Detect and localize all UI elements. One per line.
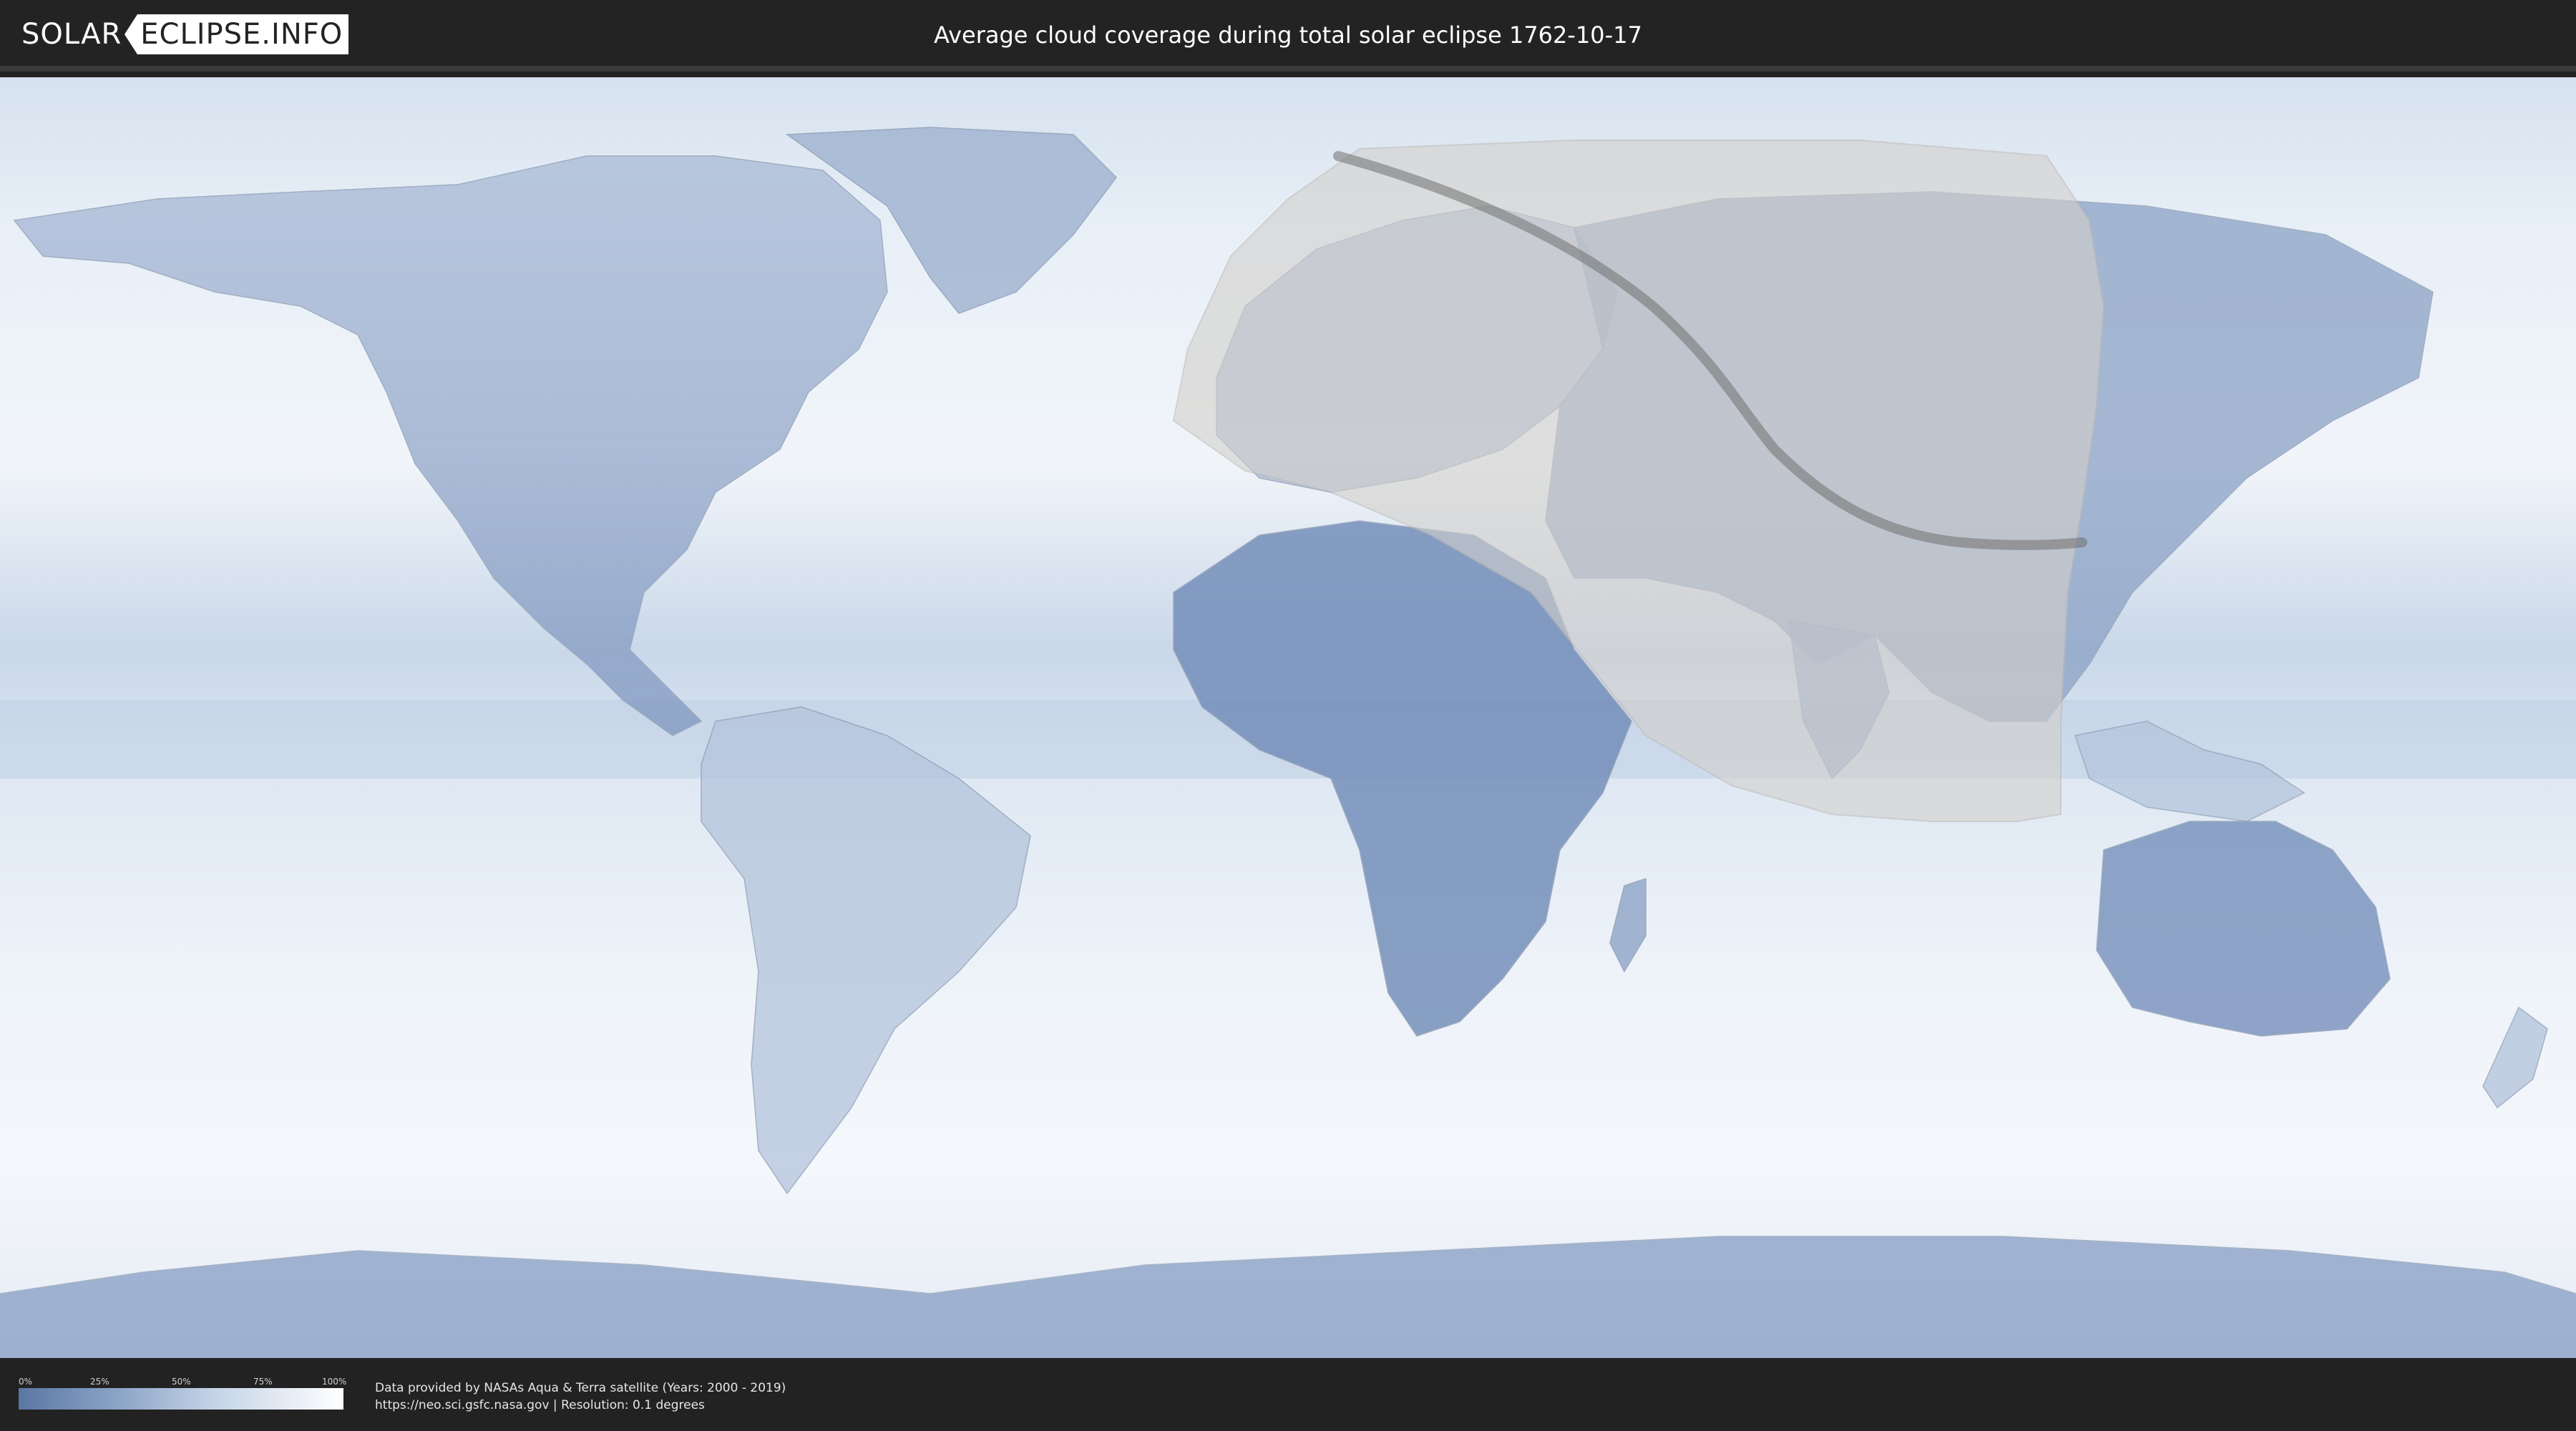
top-bar: SOLAR ECLIPSE.INFO Average cloud coverag… — [0, 0, 2576, 72]
legend-tick-0: 0% — [19, 1377, 33, 1387]
page-title: Average cloud coverage during total sola… — [934, 21, 1642, 49]
cloud-coverage-legend: 0% 25% 50% 75% 100% — [19, 1377, 347, 1410]
legend-tick-50: 50% — [172, 1377, 191, 1387]
credits-line-2: https://neo.sci.gsfc.nasa.gov | Resoluti… — [375, 1397, 786, 1414]
data-credits: Data provided by NASAs Aqua & Terra sate… — [375, 1379, 786, 1414]
legend-tick-75: 75% — [253, 1377, 273, 1387]
footer: 0% 25% 50% 75% 100% Data provided by NAS… — [0, 1358, 2576, 1431]
cloud-coverage-map[interactable] — [0, 77, 2576, 1358]
legend-ticks: 0% 25% 50% 75% 100% — [19, 1377, 347, 1388]
legend-color-bar — [19, 1388, 343, 1410]
credits-separator: | — [549, 1398, 562, 1412]
legend-tick-25: 25% — [90, 1377, 109, 1387]
credits-resolution: Resolution: 0.1 degrees — [561, 1398, 705, 1412]
nasa-neo-link[interactable]: https://neo.sci.gsfc.nasa.gov — [375, 1398, 550, 1412]
credits-line-1: Data provided by NASAs Aqua & Terra sate… — [375, 1381, 786, 1395]
legend-tick-100: 100% — [322, 1377, 347, 1387]
map-canvas — [0, 77, 2576, 1358]
